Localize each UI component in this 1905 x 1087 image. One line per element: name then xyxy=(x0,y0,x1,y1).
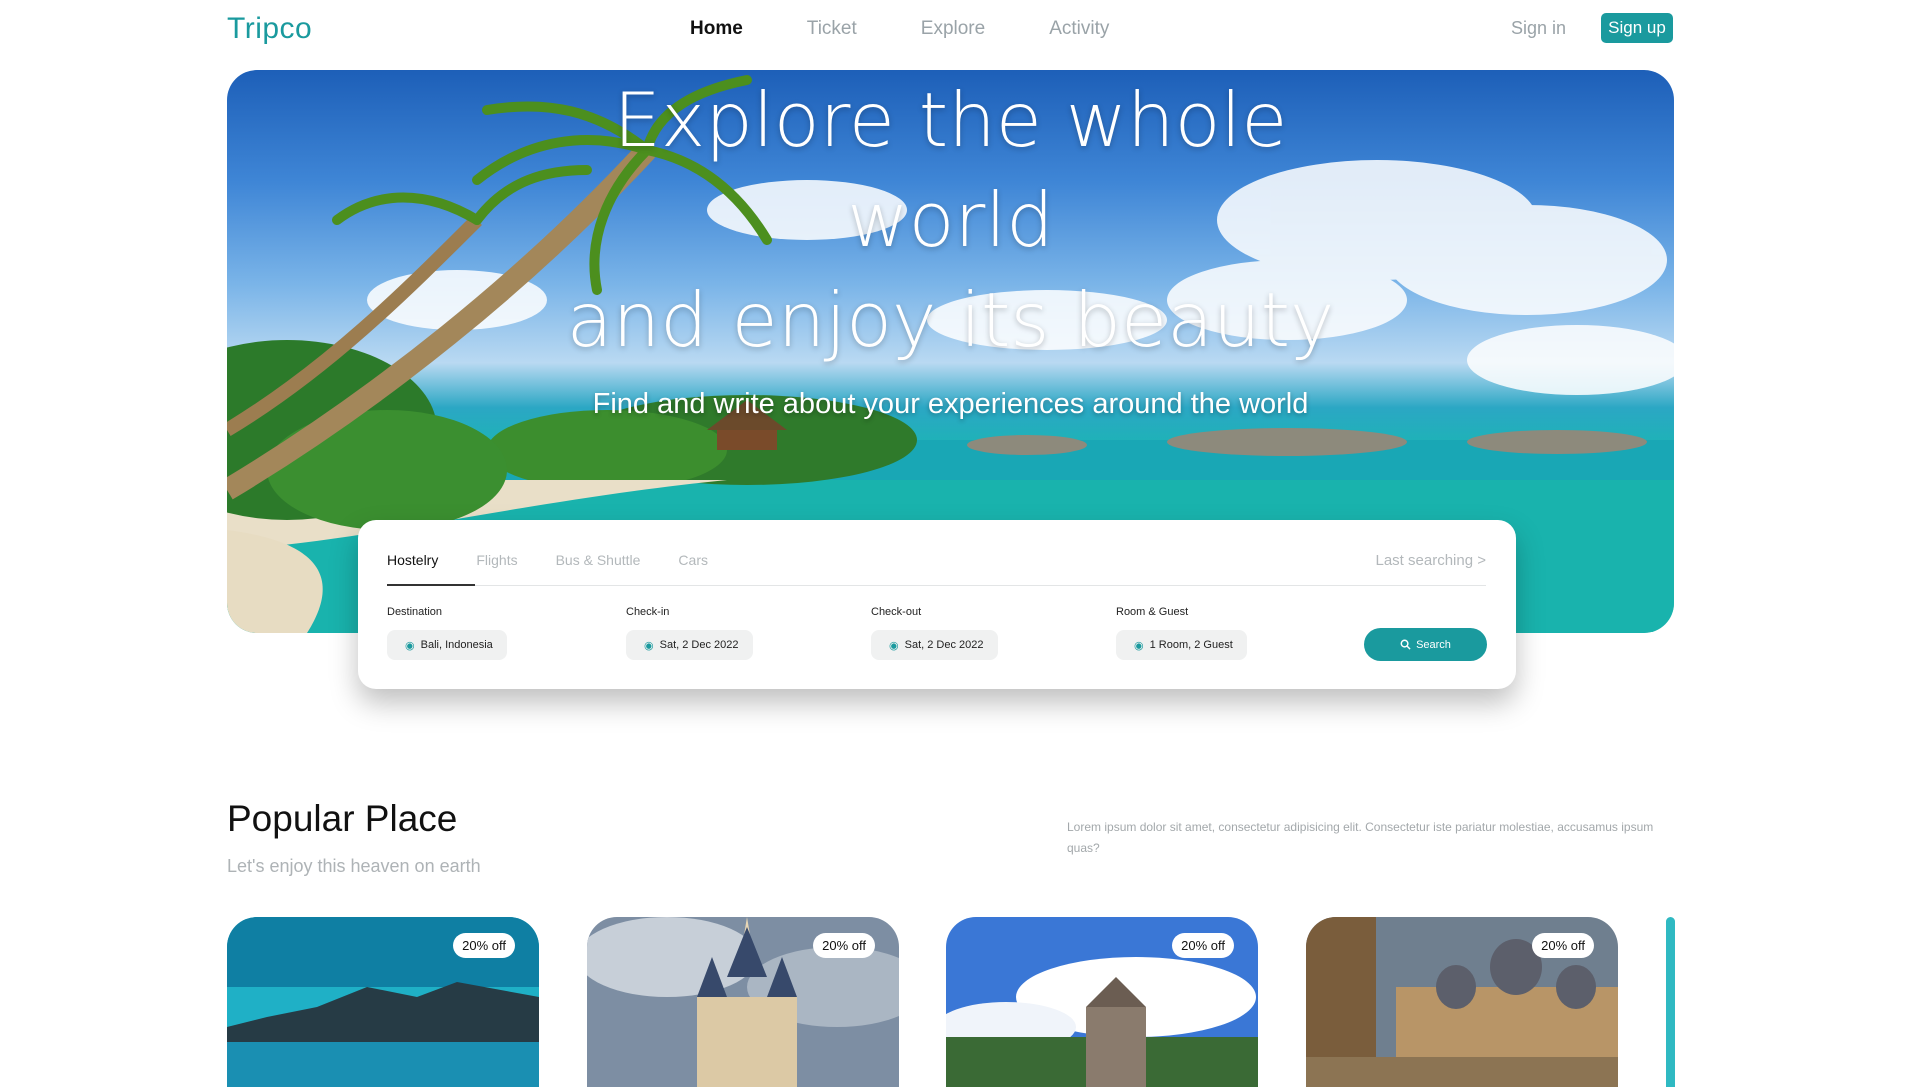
discount-badge: 20% off xyxy=(1532,933,1594,958)
place-card[interactable]: 20% off xyxy=(587,917,899,1087)
tab-cars[interactable]: Cars xyxy=(678,552,708,568)
search-icon xyxy=(1400,639,1411,650)
section-description: Lorem ipsum dolor sit amet, consectetur … xyxy=(1067,820,1654,855)
room-guest-label: Room & Guest xyxy=(1116,606,1189,618)
tab-divider xyxy=(387,585,1486,586)
check-in-field[interactable]: ◉ Sat, 2 Dec 2022 xyxy=(626,630,753,660)
destination-label: Destination xyxy=(387,606,443,618)
place-card[interactable]: 20% off xyxy=(946,917,1258,1087)
search-button-label: Search xyxy=(1416,638,1451,651)
check-out-label: Check-out xyxy=(871,606,922,618)
sign-in-link[interactable]: Sign in xyxy=(1511,18,1566,39)
tab-flights[interactable]: Flights xyxy=(476,552,517,568)
discount-badge: 20% off xyxy=(453,933,515,958)
hero-title-line-2: world xyxy=(847,176,1054,264)
hero-title: Explore the whole world and enjoy its be… xyxy=(227,70,1674,370)
nav-explore[interactable]: Explore xyxy=(921,18,985,40)
place-card[interactable]: 20% off xyxy=(227,917,539,1087)
search-button[interactable]: Search xyxy=(1364,628,1487,661)
check-in-label: Check-in xyxy=(626,606,670,618)
section-title: Popular Place xyxy=(227,798,458,839)
nav-ticket[interactable]: Ticket xyxy=(807,18,857,40)
nav-home[interactable]: Home xyxy=(690,18,743,40)
sign-up-button[interactable]: Sign up xyxy=(1601,13,1673,43)
destination-value: Bali, Indonesia xyxy=(420,639,493,651)
search-panel: Hostelry Flights Bus & Shuttle Cars Last… xyxy=(358,520,1516,689)
location-pin-icon: ◉ xyxy=(1134,639,1144,652)
tab-hostelry[interactable]: Hostelry xyxy=(387,552,438,568)
place-image xyxy=(1666,917,1675,1087)
room-guest-value: 1 Room, 2 Guest xyxy=(1149,639,1233,651)
brand-logo[interactable]: Tripco xyxy=(227,12,312,46)
nav-activity[interactable]: Activity xyxy=(1049,18,1109,40)
active-tab-indicator xyxy=(387,584,475,586)
location-pin-icon: ◉ xyxy=(889,639,899,652)
hero-title-line-1: Explore the whole xyxy=(613,76,1288,164)
discount-badge: 20% off xyxy=(1172,933,1234,958)
check-in-value: Sat, 2 Dec 2022 xyxy=(659,639,739,651)
main-nav: Home Ticket Explore Activity xyxy=(690,18,1109,40)
tab-bus-shuttle[interactable]: Bus & Shuttle xyxy=(556,552,641,568)
destination-field[interactable]: ◉ Bali, Indonesia xyxy=(387,630,507,660)
last-searching-link[interactable]: Last searching > xyxy=(1376,552,1487,569)
hero-title-line-3: and enjoy its beauty xyxy=(566,276,1335,364)
search-tabs: Hostelry Flights Bus & Shuttle Cars xyxy=(387,552,708,568)
place-card-partial[interactable] xyxy=(1666,917,1675,1087)
room-guest-field[interactable]: ◉ 1 Room, 2 Guest xyxy=(1116,630,1247,660)
hero-subtitle: Find and write about your experiences ar… xyxy=(592,388,1309,420)
check-out-field[interactable]: ◉ Sat, 2 Dec 2022 xyxy=(871,630,998,660)
discount-badge: 20% off xyxy=(813,933,875,958)
location-pin-icon: ◉ xyxy=(644,639,654,652)
location-pin-icon: ◉ xyxy=(405,639,415,652)
place-card[interactable]: 20% off xyxy=(1306,917,1618,1087)
check-out-value: Sat, 2 Dec 2022 xyxy=(904,639,984,651)
section-subtitle: Let's enjoy this heaven on earth xyxy=(227,856,481,876)
